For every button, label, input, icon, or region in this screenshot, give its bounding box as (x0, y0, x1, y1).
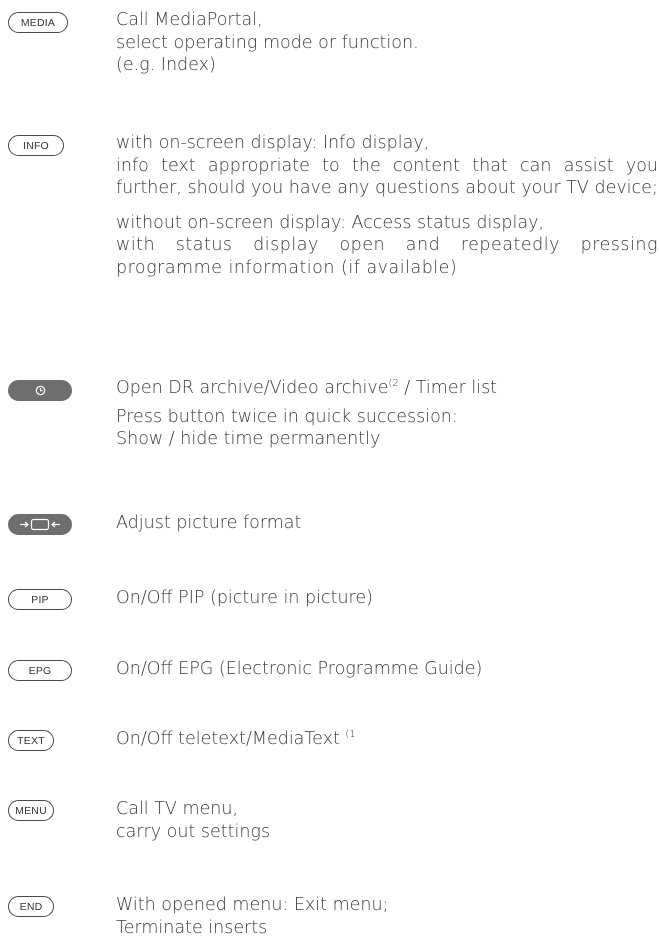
end-description: With opened menu: Exit menu; Terminate i… (116, 895, 389, 938)
menu-description: Call TV menu, carry out settings (116, 799, 271, 842)
info-button[interactable]: INFO (8, 135, 64, 156)
end-button[interactable]: END (8, 896, 54, 917)
epg-button[interactable]: EPG (8, 660, 72, 681)
archive-description: Open DR archive/Video archive(2 / Timer … (116, 378, 498, 449)
pip-description: On/Off PIP (picture in picture) (116, 588, 373, 608)
epg-description: On/Off EPG (Electronic Programme Guide) (116, 659, 483, 679)
teletext-button[interactable]: TEXT (8, 730, 54, 751)
pip-button[interactable]: PIP (8, 589, 72, 610)
menu-button[interactable]: MENU (8, 800, 54, 821)
archive-button[interactable] (8, 380, 72, 401)
picture-format-button[interactable] (8, 514, 72, 535)
clock-icon (35, 385, 45, 396)
picture-format-icon (20, 518, 60, 531)
info-description: with on-screen display: Info display, in… (116, 133, 658, 278)
media-button[interactable]: MEDIA (8, 12, 68, 33)
teletext-description: On/Off teletext/MediaText (1 (116, 729, 356, 749)
picture-format-description: Adjust picture format (116, 513, 302, 533)
media-description: Call MediaPortal, select operating mode … (116, 10, 419, 75)
